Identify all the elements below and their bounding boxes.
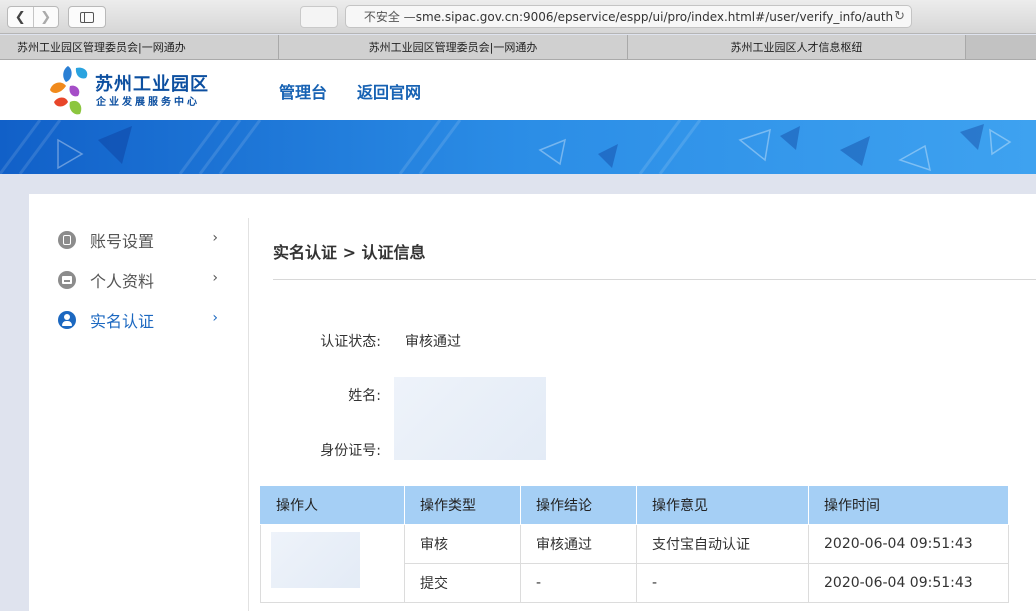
reload-icon[interactable]: ↻ <box>894 9 905 24</box>
sidebar-divider <box>248 218 249 611</box>
sidebar-item-account-settings[interactable]: 账号设置 › <box>58 228 218 252</box>
insecure-warning: 不安全 — <box>363 10 416 24</box>
sidebar-item-profile[interactable]: 个人资料 › <box>58 268 218 292</box>
sidebar-item-label: 个人资料 <box>90 272 155 291</box>
account-sidebar: 账号设置 › 个人资料 › 实名认证 › <box>29 194 249 611</box>
column-header: 操作意见 <box>636 485 809 525</box>
redacted-operator <box>271 532 360 588</box>
tab-label: 苏州工业园区人才信息枢纽 <box>730 41 863 54</box>
status-label: 认证状态: <box>320 334 381 350</box>
sidebar-icon <box>80 11 94 23</box>
history-nav: ❮ ❯ <box>7 6 59 28</box>
id-card-icon <box>58 271 76 289</box>
tab-label: 苏州工业园区管理委员会|一网通办 <box>17 41 186 54</box>
operation-log-table: 操作人 操作类型 操作结论 操作意见 操作时间 审核 审核通过 支付宝自动认证 … <box>260 485 1009 603</box>
tab-talent[interactable]: 苏州工业园区人才信息枢纽 <box>628 35 966 59</box>
table-header-row: 操作人 操作类型 操作结论 操作意见 操作时间 <box>260 485 1009 525</box>
browser-toolbar: ❮ ❯ 不安全 — sme.sipac.gov.cn:9006/epservic… <box>0 0 1036 34</box>
sidebar-toggle-button[interactable] <box>68 6 106 28</box>
logo-subtitle: 企业发展服务中心 <box>96 97 200 108</box>
tab-strip: 苏州工业园区管理委员会|一网通办 苏州工业园区管理委员会|一网通办 苏州工业园区… <box>0 35 1036 60</box>
logo-mark-icon <box>50 66 88 115</box>
table-cell: - <box>520 563 637 603</box>
site-logo[interactable]: 苏州工业园区 企业发展服务中心 <box>48 62 218 119</box>
section-divider <box>273 279 1036 280</box>
name-label: 姓名: <box>348 388 381 404</box>
status-value: 审核通过 <box>405 334 461 350</box>
table-row: 审核 审核通过 支付宝自动认证 2020-06-04 09:51:43 <box>260 524 1009 603</box>
redacted-identity-values <box>394 377 546 460</box>
sidebar-item-label: 账号设置 <box>90 232 155 251</box>
tab-empty <box>966 35 1036 59</box>
breadcrumb: 实名认证 > 认证信息 <box>273 243 426 262</box>
nav-dashboard-link[interactable]: 管理台 <box>279 79 327 103</box>
site-header: 苏州工业园区 企业发展服务中心 管理台 返回官网 <box>0 60 1036 120</box>
user-icon <box>58 311 76 329</box>
table-cell: 审核 <box>404 524 521 564</box>
sidebar-item-label: 实名认证 <box>90 312 155 331</box>
id-number-label: 身份证号: <box>320 443 381 459</box>
table-cell: 2020-06-04 09:51:43 <box>808 524 1009 564</box>
table-cell: 审核通过 <box>520 524 637 564</box>
table-cell: 提交 <box>404 563 521 603</box>
chevron-right-icon: › <box>212 310 218 326</box>
sidebar-item-verification[interactable]: 实名认证 › <box>58 308 218 332</box>
tab-label: 苏州工业园区管理委员会|一网通办 <box>368 41 538 54</box>
column-header: 操作结论 <box>520 485 637 525</box>
operator-cell <box>260 524 405 603</box>
tab-guanwei-1[interactable]: 苏州工业园区管理委员会|一网通办 <box>0 35 279 59</box>
nav-official-site-link[interactable]: 返回官网 <box>357 79 421 103</box>
content-panel: 账号设置 › 个人资料 › 实名认证 › 实名认证 > 认证信息 认证状态: 审… <box>29 194 1036 611</box>
chevron-right-icon: › <box>212 230 218 246</box>
banner-pattern <box>0 120 1012 174</box>
address-url: sme.sipac.gov.cn:9006/epservice/espp/ui/… <box>415 9 894 24</box>
table-cell: 2020-06-04 09:51:43 <box>808 563 1009 603</box>
chevron-right-icon: › <box>212 270 218 286</box>
hero-banner <box>0 120 1036 174</box>
tab-guanwei-2[interactable]: 苏州工业园区管理委员会|一网通办 <box>279 35 628 59</box>
column-header: 操作类型 <box>404 485 521 525</box>
table-cell: - <box>636 563 809 603</box>
column-header: 操作时间 <box>808 485 1009 525</box>
address-bar[interactable]: 不安全 — sme.sipac.gov.cn:9006/epservice/es… <box>345 5 912 28</box>
phone-icon <box>58 231 76 249</box>
back-icon[interactable]: ❮ <box>8 7 33 27</box>
toolbar-extension-button[interactable] <box>300 6 338 28</box>
forward-icon[interactable]: ❯ <box>32 7 59 27</box>
column-header: 操作人 <box>260 485 405 525</box>
table-cell: 支付宝自动认证 <box>636 524 809 564</box>
